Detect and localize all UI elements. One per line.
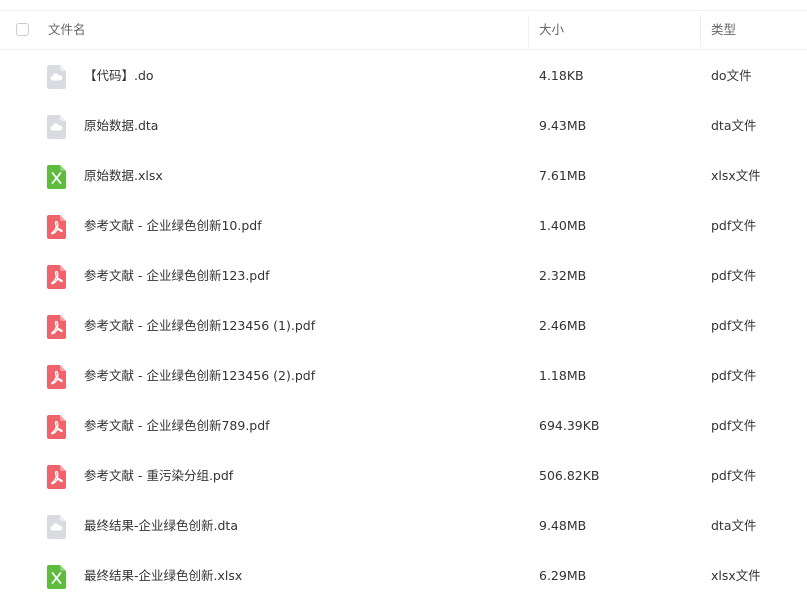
excel-file-icon — [47, 565, 66, 589]
file-name[interactable]: 参考文献 - 企业绿色创新123456 (1).pdf — [84, 301, 315, 351]
file-row[interactable]: 最终结果-企业绿色创新.dta 9.48MB dta文件 — [0, 501, 807, 551]
file-type: pdf文件 — [711, 318, 757, 333]
file-name[interactable]: 最终结果-企业绿色创新.xlsx — [84, 551, 242, 601]
file-row[interactable]: 原始数据.dta 9.43MB dta文件 — [0, 101, 807, 151]
file-type: dta文件 — [711, 518, 757, 533]
column-header-type[interactable]: 类型 — [711, 11, 736, 49]
file-size: 7.61MB — [539, 168, 587, 183]
generic-file-icon — [47, 65, 66, 89]
column-divider[interactable] — [528, 15, 529, 47]
file-list-panel: 文件名 大小 类型 【代码】.do 4.18KB do文件 原始数据.dta 9.43… — [0, 0, 807, 615]
file-name[interactable]: 原始数据.dta — [84, 101, 158, 151]
file-row[interactable]: 参考文献 - 企业绿色创新123456 (1).pdf 2.46MB pdf文件 — [0, 301, 807, 351]
pdf-file-icon — [47, 215, 66, 239]
file-row[interactable]: 参考文献 - 企业绿色创新789.pdf 694.39KB pdf文件 — [0, 401, 807, 451]
pdf-file-icon — [47, 415, 66, 439]
file-type: dta文件 — [711, 118, 757, 133]
file-row[interactable]: 最终结果-企业绿色创新.xlsx 6.29MB xlsx文件 — [0, 551, 807, 601]
generic-file-icon — [47, 115, 66, 139]
file-type: do文件 — [711, 68, 752, 83]
file-type: pdf文件 — [711, 218, 757, 233]
file-name[interactable]: 参考文献 - 重污染分组.pdf — [84, 451, 233, 501]
excel-file-icon — [47, 165, 66, 189]
generic-file-icon — [47, 515, 66, 539]
column-header-name[interactable]: 文件名 — [48, 11, 86, 49]
pdf-file-icon — [47, 465, 66, 489]
file-name[interactable]: 最终结果-企业绿色创新.dta — [84, 501, 238, 551]
file-type: xlsx文件 — [711, 568, 761, 583]
file-name[interactable]: 参考文献 - 企业绿色创新10.pdf — [84, 201, 262, 251]
file-name[interactable]: 参考文献 - 企业绿色创新123.pdf — [84, 251, 270, 301]
pdf-file-icon — [47, 315, 66, 339]
file-row[interactable]: 参考文献 - 企业绿色创新123.pdf 2.32MB pdf文件 — [0, 251, 807, 301]
pdf-file-icon — [47, 265, 66, 289]
file-size: 2.46MB — [539, 318, 587, 333]
file-size: 9.43MB — [539, 118, 587, 133]
file-row[interactable]: 原始数据.xlsx 7.61MB xlsx文件 — [0, 151, 807, 201]
file-list: 【代码】.do 4.18KB do文件 原始数据.dta 9.43MB dta文件 原始… — [0, 51, 807, 601]
file-name[interactable]: 参考文献 - 企业绿色创新789.pdf — [84, 401, 270, 451]
column-header-size[interactable]: 大小 — [539, 11, 564, 49]
file-type: pdf文件 — [711, 418, 757, 433]
file-list-header: 文件名 大小 类型 — [0, 10, 807, 50]
file-size: 4.18KB — [539, 68, 584, 83]
file-row[interactable]: 参考文献 - 重污染分组.pdf 506.82KB pdf文件 — [0, 451, 807, 501]
pdf-file-icon — [47, 365, 66, 389]
file-size: 694.39KB — [539, 418, 600, 433]
file-size: 1.40MB — [539, 218, 587, 233]
file-size: 1.18MB — [539, 368, 587, 383]
file-row[interactable]: 参考文献 - 企业绿色创新123456 (2).pdf 1.18MB pdf文件 — [0, 351, 807, 401]
file-type: pdf文件 — [711, 368, 757, 383]
file-name[interactable]: 【代码】.do — [84, 51, 154, 101]
select-all-checkbox[interactable] — [16, 23, 29, 36]
file-type: xlsx文件 — [711, 168, 761, 183]
file-size: 6.29MB — [539, 568, 587, 583]
file-name[interactable]: 原始数据.xlsx — [84, 151, 163, 201]
file-size: 2.32MB — [539, 268, 587, 283]
file-size: 9.48MB — [539, 518, 587, 533]
column-divider[interactable] — [700, 15, 701, 47]
file-type: pdf文件 — [711, 268, 757, 283]
file-row[interactable]: 【代码】.do 4.18KB do文件 — [0, 51, 807, 101]
file-type: pdf文件 — [711, 468, 757, 483]
file-row[interactable]: 参考文献 - 企业绿色创新10.pdf 1.40MB pdf文件 — [0, 201, 807, 251]
file-size: 506.82KB — [539, 468, 600, 483]
file-name[interactable]: 参考文献 - 企业绿色创新123456 (2).pdf — [84, 351, 315, 401]
